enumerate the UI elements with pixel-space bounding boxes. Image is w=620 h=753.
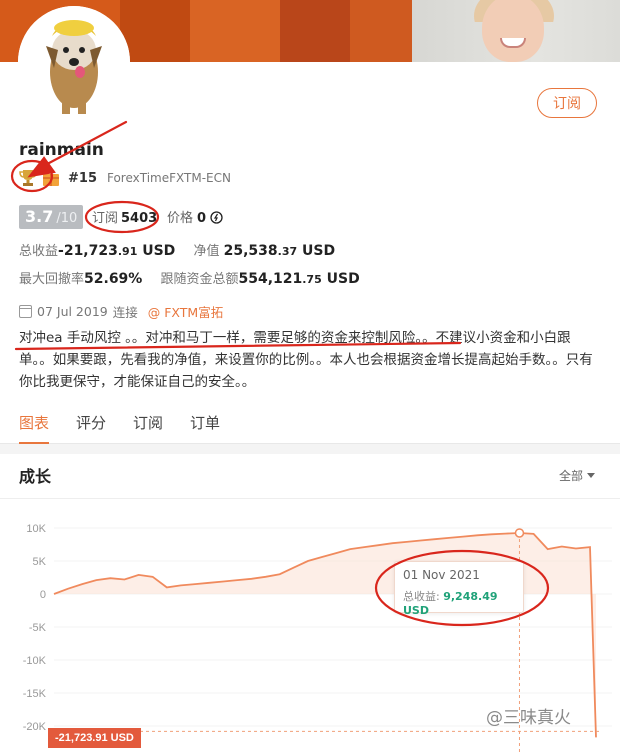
net-value-decimal: .37 [277, 245, 298, 258]
tooltip-value-row: 总收益: 9,248.49 USD [403, 588, 515, 617]
subscribers-value: 5403 [121, 211, 158, 226]
tooltip-date: 01 Nov 2021 [403, 568, 480, 582]
max-drawdown-label: 最大回撤率 [19, 272, 85, 287]
net-value-value: 25,538 [223, 243, 278, 259]
calendar-icon [19, 305, 32, 318]
connect-label: 连接 [112, 305, 138, 320]
max-drawdown-value: 52.69% [84, 271, 143, 287]
follow-funds-value: 554,121 [238, 271, 303, 287]
net-value-label: 净值 [193, 244, 220, 259]
tooltip-label: 总收益: [403, 590, 440, 603]
highlight-point [514, 528, 525, 538]
follow-funds-decimal: .75 [302, 273, 322, 286]
follow-button[interactable]: 订阅 [537, 88, 597, 118]
rating-score: 3.7 [25, 207, 54, 226]
y-tick-label: -5K [29, 622, 47, 634]
price-label: 价格 [167, 211, 194, 226]
price-value: 0 [197, 211, 207, 226]
tab-rating[interactable]: 评分 [76, 412, 106, 444]
follow-funds-unit: USD [321, 271, 360, 287]
divider [0, 498, 620, 499]
connect-date: 07 Jul 2019 [37, 304, 108, 319]
section-divider [0, 444, 620, 454]
connect-info: 07 Jul 2019 连接 @ FXTM富拓 [19, 302, 223, 321]
rating-badge: 3.7 /10 [19, 205, 84, 229]
y-tick-label: 0 [40, 589, 46, 601]
broker-label: ForexTimeFXTM-ECN [106, 171, 231, 185]
growth-title: 成长 [19, 467, 52, 486]
broker-link[interactable]: @ FXTM富拓 [148, 302, 223, 321]
coin-icon [210, 211, 223, 224]
avatar[interactable] [18, 6, 130, 118]
chart-end-value-label: -21,723.91 USD [48, 728, 141, 748]
price-info: 价格 0 [167, 207, 223, 226]
follow-funds-label: 跟随资金总额 [160, 272, 239, 287]
tab-subscribe[interactable]: 订阅 [133, 412, 163, 444]
total-profit-value: -21,723 [58, 243, 118, 259]
net-value-unit: USD [297, 243, 336, 259]
rank-label: #15 [68, 170, 97, 186]
y-tick-label: -10K [23, 655, 47, 667]
stats-row-2: 最大回撤率52.69% 跟随资金总额554,121.75 USD [19, 268, 360, 287]
tab-orders[interactable]: 订单 [190, 412, 220, 444]
badge-row: #15 ForexTimeFXTM-ECN [14, 165, 231, 191]
gift-icon [43, 174, 59, 186]
subscribers-label: 订阅 [92, 211, 119, 226]
tab-bar: 图表 评分 订阅 订单 [0, 404, 620, 444]
username: rainmain [19, 140, 104, 160]
range-select[interactable]: 全部 [559, 467, 596, 484]
tab-chart[interactable]: 图表 [19, 412, 50, 444]
range-select-label: 全部 [559, 469, 584, 483]
rating-max: /10 [56, 211, 78, 226]
total-profit-label: 总收益 [19, 244, 59, 259]
watermark: @三味真火 [486, 708, 571, 728]
stats-row-1: 总收益-21,723.91 USD 净值 25,538.37 USD [19, 240, 335, 259]
y-tick-label: -15K [23, 688, 47, 700]
y-tick-label: 5K [33, 556, 47, 568]
strategy-description: 对冲ea 手动风控 。。对冲和马丁一样，需要足够的资金来控制风险。。不建议小资金… [19, 330, 593, 390]
total-profit-unit: USD [137, 243, 176, 259]
y-tick-label: -20K [23, 721, 47, 733]
subscribers-count: 订阅 5403 [92, 207, 157, 226]
y-tick-label: 10K [26, 523, 46, 535]
trophy-icon [19, 170, 37, 186]
chevron-down-icon [587, 473, 596, 478]
chart-tooltip: 01 Nov 2021 总收益: 9,248.49 USD [394, 561, 524, 617]
total-profit-decimal: .91 [117, 245, 138, 258]
